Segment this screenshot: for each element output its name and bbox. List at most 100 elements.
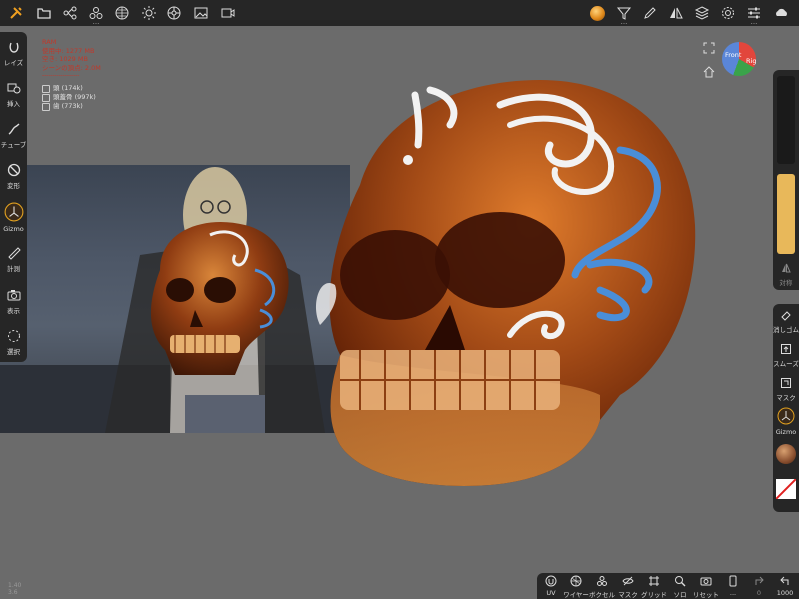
corner-readout: 1.40 3.6: [8, 582, 21, 596]
bottom-toolbar-label: リセット: [693, 591, 719, 599]
material-ball-icon[interactable]: [587, 3, 607, 23]
mesh-item[interactable]: 頭蓋骨 (997k): [42, 93, 96, 102]
scene-graph-icon[interactable]: [60, 3, 80, 23]
tool-label: レイズ: [3, 59, 24, 67]
redo-button[interactable]: 0: [745, 575, 773, 597]
stats-separator: - - - - - - - - - - - - - - - - - -: [42, 72, 79, 79]
tool-label: 計測: [7, 265, 20, 273]
tool-label: Gizmo: [3, 225, 24, 233]
mesh-icon: [42, 84, 50, 93]
mask-visibility-button[interactable]: マスク: [614, 575, 642, 599]
grid-icon: [649, 576, 659, 586]
settings-wheel-icon[interactable]: [164, 3, 184, 23]
gear-icon[interactable]: [718, 3, 738, 23]
bottom-toolbar-label: グリッド: [641, 591, 667, 599]
symmetry-toggle[interactable]: 対称: [773, 262, 799, 287]
mesh-icon: [42, 102, 50, 111]
redo-count: 0: [756, 589, 762, 597]
right-slider-panel: 対称: [773, 70, 799, 290]
bottom-toolbar-label: UV: [546, 589, 556, 597]
tool-label: チューブ: [0, 141, 27, 149]
tool-measure[interactable]: 計測: [0, 246, 27, 273]
home-icon[interactable]: [703, 66, 715, 78]
smooth-icon: [781, 344, 791, 354]
filter-icon[interactable]: ...: [614, 3, 634, 26]
undo-count: 1000: [776, 589, 794, 597]
stats-title: RAM: [42, 38, 57, 46]
mesh-name: 歯 (773k): [53, 102, 83, 110]
tool-label: Gizmo: [775, 428, 797, 436]
grid-button[interactable]: グリッド: [640, 575, 668, 599]
insert-icon: [7, 83, 20, 94]
tool-gizmo-right[interactable]: Gizmo: [773, 407, 799, 436]
color-swatch[interactable]: [776, 479, 796, 499]
select-icon: [7, 330, 20, 342]
video-icon[interactable]: [218, 3, 238, 23]
undo-button[interactable]: 1000: [771, 575, 799, 597]
tool-tube[interactable]: チューブ: [0, 122, 27, 149]
stats-panel: RAM 使用中: 1277 MB 空き: 1029 MB シーンの頂点: 2.0…: [42, 38, 101, 81]
gizmo-icon: [777, 407, 795, 425]
folder-icon[interactable]: [34, 3, 54, 23]
reset-camera-icon: [700, 577, 712, 586]
material-preview[interactable]: [776, 444, 796, 464]
mesh-item[interactable]: 頭 (174k): [42, 84, 96, 93]
left-tool-panel: レイズ 挿入 チューブ 変形 Gizmo 計測 表示 選択: [0, 32, 27, 362]
tool-eraser[interactable]: 消しゴム: [773, 309, 799, 334]
right-tool-panel: 消しゴム スムーズ マスク Gizmo: [773, 304, 799, 512]
tool-select[interactable]: 選択: [0, 329, 27, 356]
view-cube-front: Front: [725, 51, 742, 59]
redo-icon: [755, 576, 764, 585]
voxel-icon: [597, 576, 607, 586]
primitives-icon[interactable]: ...: [86, 3, 106, 26]
cloud-icon[interactable]: [772, 3, 792, 23]
tool-label: マスク: [776, 394, 796, 402]
symmetry-label: 対称: [779, 279, 793, 287]
image-icon[interactable]: [191, 3, 211, 23]
mesh-icon: [42, 93, 50, 102]
pen-icon[interactable]: [640, 3, 660, 23]
gizmo-icon: [4, 202, 23, 222]
mask-hidden-icon: [622, 576, 634, 586]
intensity-slider[interactable]: [777, 174, 795, 254]
layers-icon[interactable]: [692, 3, 712, 23]
tube-icon: [8, 123, 19, 135]
large-skull-model: [315, 80, 696, 486]
wireframe-icon: [570, 575, 582, 587]
stats-used: 使用中: 1277 MB: [42, 46, 95, 55]
radius-slider[interactable]: [777, 76, 795, 164]
material-globe-icon[interactable]: [112, 3, 132, 23]
tool-mask[interactable]: マスク: [773, 377, 799, 402]
tool-view[interactable]: 表示: [0, 288, 27, 315]
light-icon[interactable]: [139, 3, 159, 23]
tools-icon[interactable]: [6, 3, 26, 23]
solo-button[interactable]: ソロ: [666, 575, 694, 599]
phone-icon: [729, 575, 737, 587]
uv-button[interactable]: UV: [537, 575, 565, 597]
reset-camera-button[interactable]: リセット: [692, 575, 720, 599]
tool-label: 変形: [7, 182, 20, 190]
symmetry-icon: [782, 263, 791, 273]
tool-insert[interactable]: 挿入: [0, 81, 27, 108]
tool-raise[interactable]: レイズ: [0, 40, 27, 67]
symmetry-icon[interactable]: [666, 3, 686, 23]
bottom-toolbar-label: ソロ: [673, 591, 687, 599]
sliders-icon[interactable]: ...: [744, 3, 764, 26]
more-button[interactable]: ...: [719, 575, 747, 597]
mesh-item[interactable]: 歯 (773k): [42, 102, 96, 111]
fullscreen-icon[interactable]: [703, 42, 715, 54]
top-toolbar: ... ... ...: [0, 0, 799, 26]
tool-gizmo[interactable]: Gizmo: [0, 202, 27, 233]
solo-search-icon: [675, 576, 686, 587]
undo-icon: [780, 576, 789, 585]
small-skull-model: [150, 222, 289, 375]
bottom-toolbar-label: ボクセル: [589, 591, 615, 599]
view-cube-right: Rig: [746, 57, 757, 65]
bottom-toolbar: UV ワイヤー ボクセル マスク グリッド ソロ リセット ... 0 1000: [537, 573, 799, 599]
stats-scene: シーンの頂点: 2.0M: [42, 63, 101, 72]
uv-icon: [545, 575, 557, 587]
tool-smooth[interactable]: スムーズ: [773, 343, 799, 368]
voxel-button[interactable]: ボクセル: [588, 575, 616, 599]
tool-deform[interactable]: 変形: [0, 163, 27, 190]
wireframe-button[interactable]: ワイヤー: [562, 575, 590, 599]
